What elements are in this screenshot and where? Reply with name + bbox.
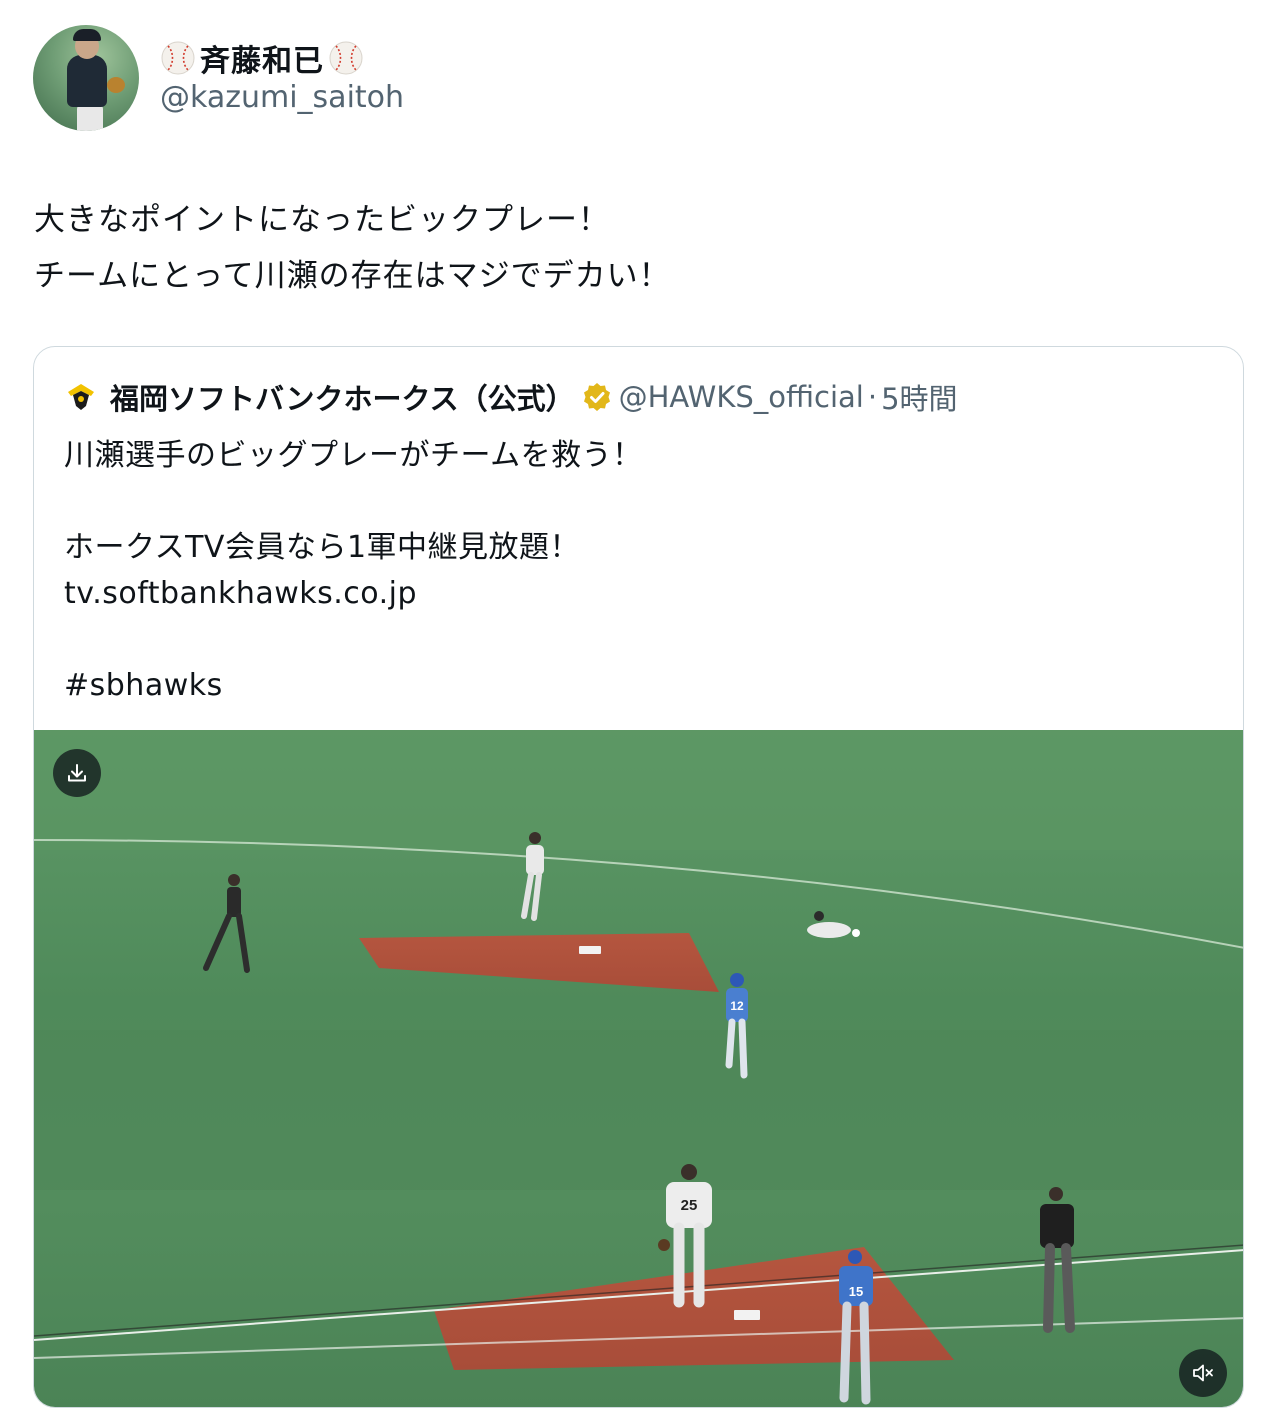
tweet-text-line: 大きなポイントになったビックプレー！ <box>34 202 610 238</box>
video-player[interactable]: 12 25 15 <box>34 730 1243 1407</box>
quoted-account-name[interactable]: 福岡ソフトバンクホークス（公式） <box>110 376 575 418</box>
diving-fielder-figure <box>807 911 860 938</box>
quoted-account-handle[interactable]: @HAWKS_official <box>619 380 864 414</box>
quoted-link[interactable]: tv.softbankhawks.co.jp <box>64 571 643 617</box>
verified-badge-icon <box>583 383 610 411</box>
tweet-page: 斉藤和已 @kazumi_saitoh 大きなポイントになったビックプレー！ チ… <box>0 0 1272 1427</box>
baseball-field-frame: 12 25 15 <box>34 730 1243 1405</box>
quoted-text-blank <box>64 479 643 525</box>
first-base <box>734 1310 760 1320</box>
unmute-button[interactable] <box>1179 1349 1227 1397</box>
avatar-glove <box>107 77 125 93</box>
baseball-icon <box>161 41 195 75</box>
quoted-tweet-header: 福岡ソフトバンクホークス（公式） @HAWKS_official · 5時間 <box>64 375 958 419</box>
muted-speaker-icon <box>1193 1364 1213 1382</box>
quoted-text-line: 川瀬選手のビッグプレーがチームを救う！ <box>64 438 643 473</box>
avatar-figure-body <box>67 55 107 107</box>
hawks-logo-icon <box>68 384 94 410</box>
tweet-text-line: チームにとって川瀬の存在はマジでデカい！ <box>34 258 671 294</box>
tweet-text: 大きなポイントになったビックプレー！ チームにとって川瀬の存在はマジでデカい！ <box>34 192 671 304</box>
avatar-figure-cap <box>73 29 101 41</box>
author-name-row[interactable]: 斉藤和已 <box>160 36 364 80</box>
author-display-name: 斉藤和已 <box>200 44 324 79</box>
umpire-figure <box>203 874 250 973</box>
quoted-tweet-time[interactable]: 5時間 <box>881 376 957 418</box>
quoted-text-blank <box>64 617 643 663</box>
download-icon <box>68 764 86 782</box>
meta-separator: · <box>867 380 878 414</box>
jersey-number: 15 <box>849 1284 863 1299</box>
author-avatar[interactable] <box>33 25 139 131</box>
second-base <box>579 946 601 954</box>
quoted-text-line: ホークスTV会員なら1軍中継見放題！ <box>64 530 581 565</box>
avatar-figure-legs <box>77 105 103 131</box>
jersey-number: 25 <box>681 1197 698 1214</box>
umpire-figure <box>1040 1187 1075 1333</box>
quoted-hashtag[interactable]: #sbhawks <box>64 663 643 709</box>
quoted-tweet-text: 川瀬選手のビッグプレーがチームを救う！ ホークスTV会員なら1軍中継見放題！ t… <box>64 433 643 709</box>
author-handle[interactable]: @kazumi_saitoh <box>160 80 404 115</box>
jersey-number: 12 <box>730 999 744 1013</box>
baseball-icon <box>329 41 363 75</box>
quoted-tweet-card[interactable]: 福岡ソフトバンクホークス（公式） @HAWKS_official · 5時間 川… <box>33 346 1244 1408</box>
download-button[interactable] <box>53 749 101 797</box>
